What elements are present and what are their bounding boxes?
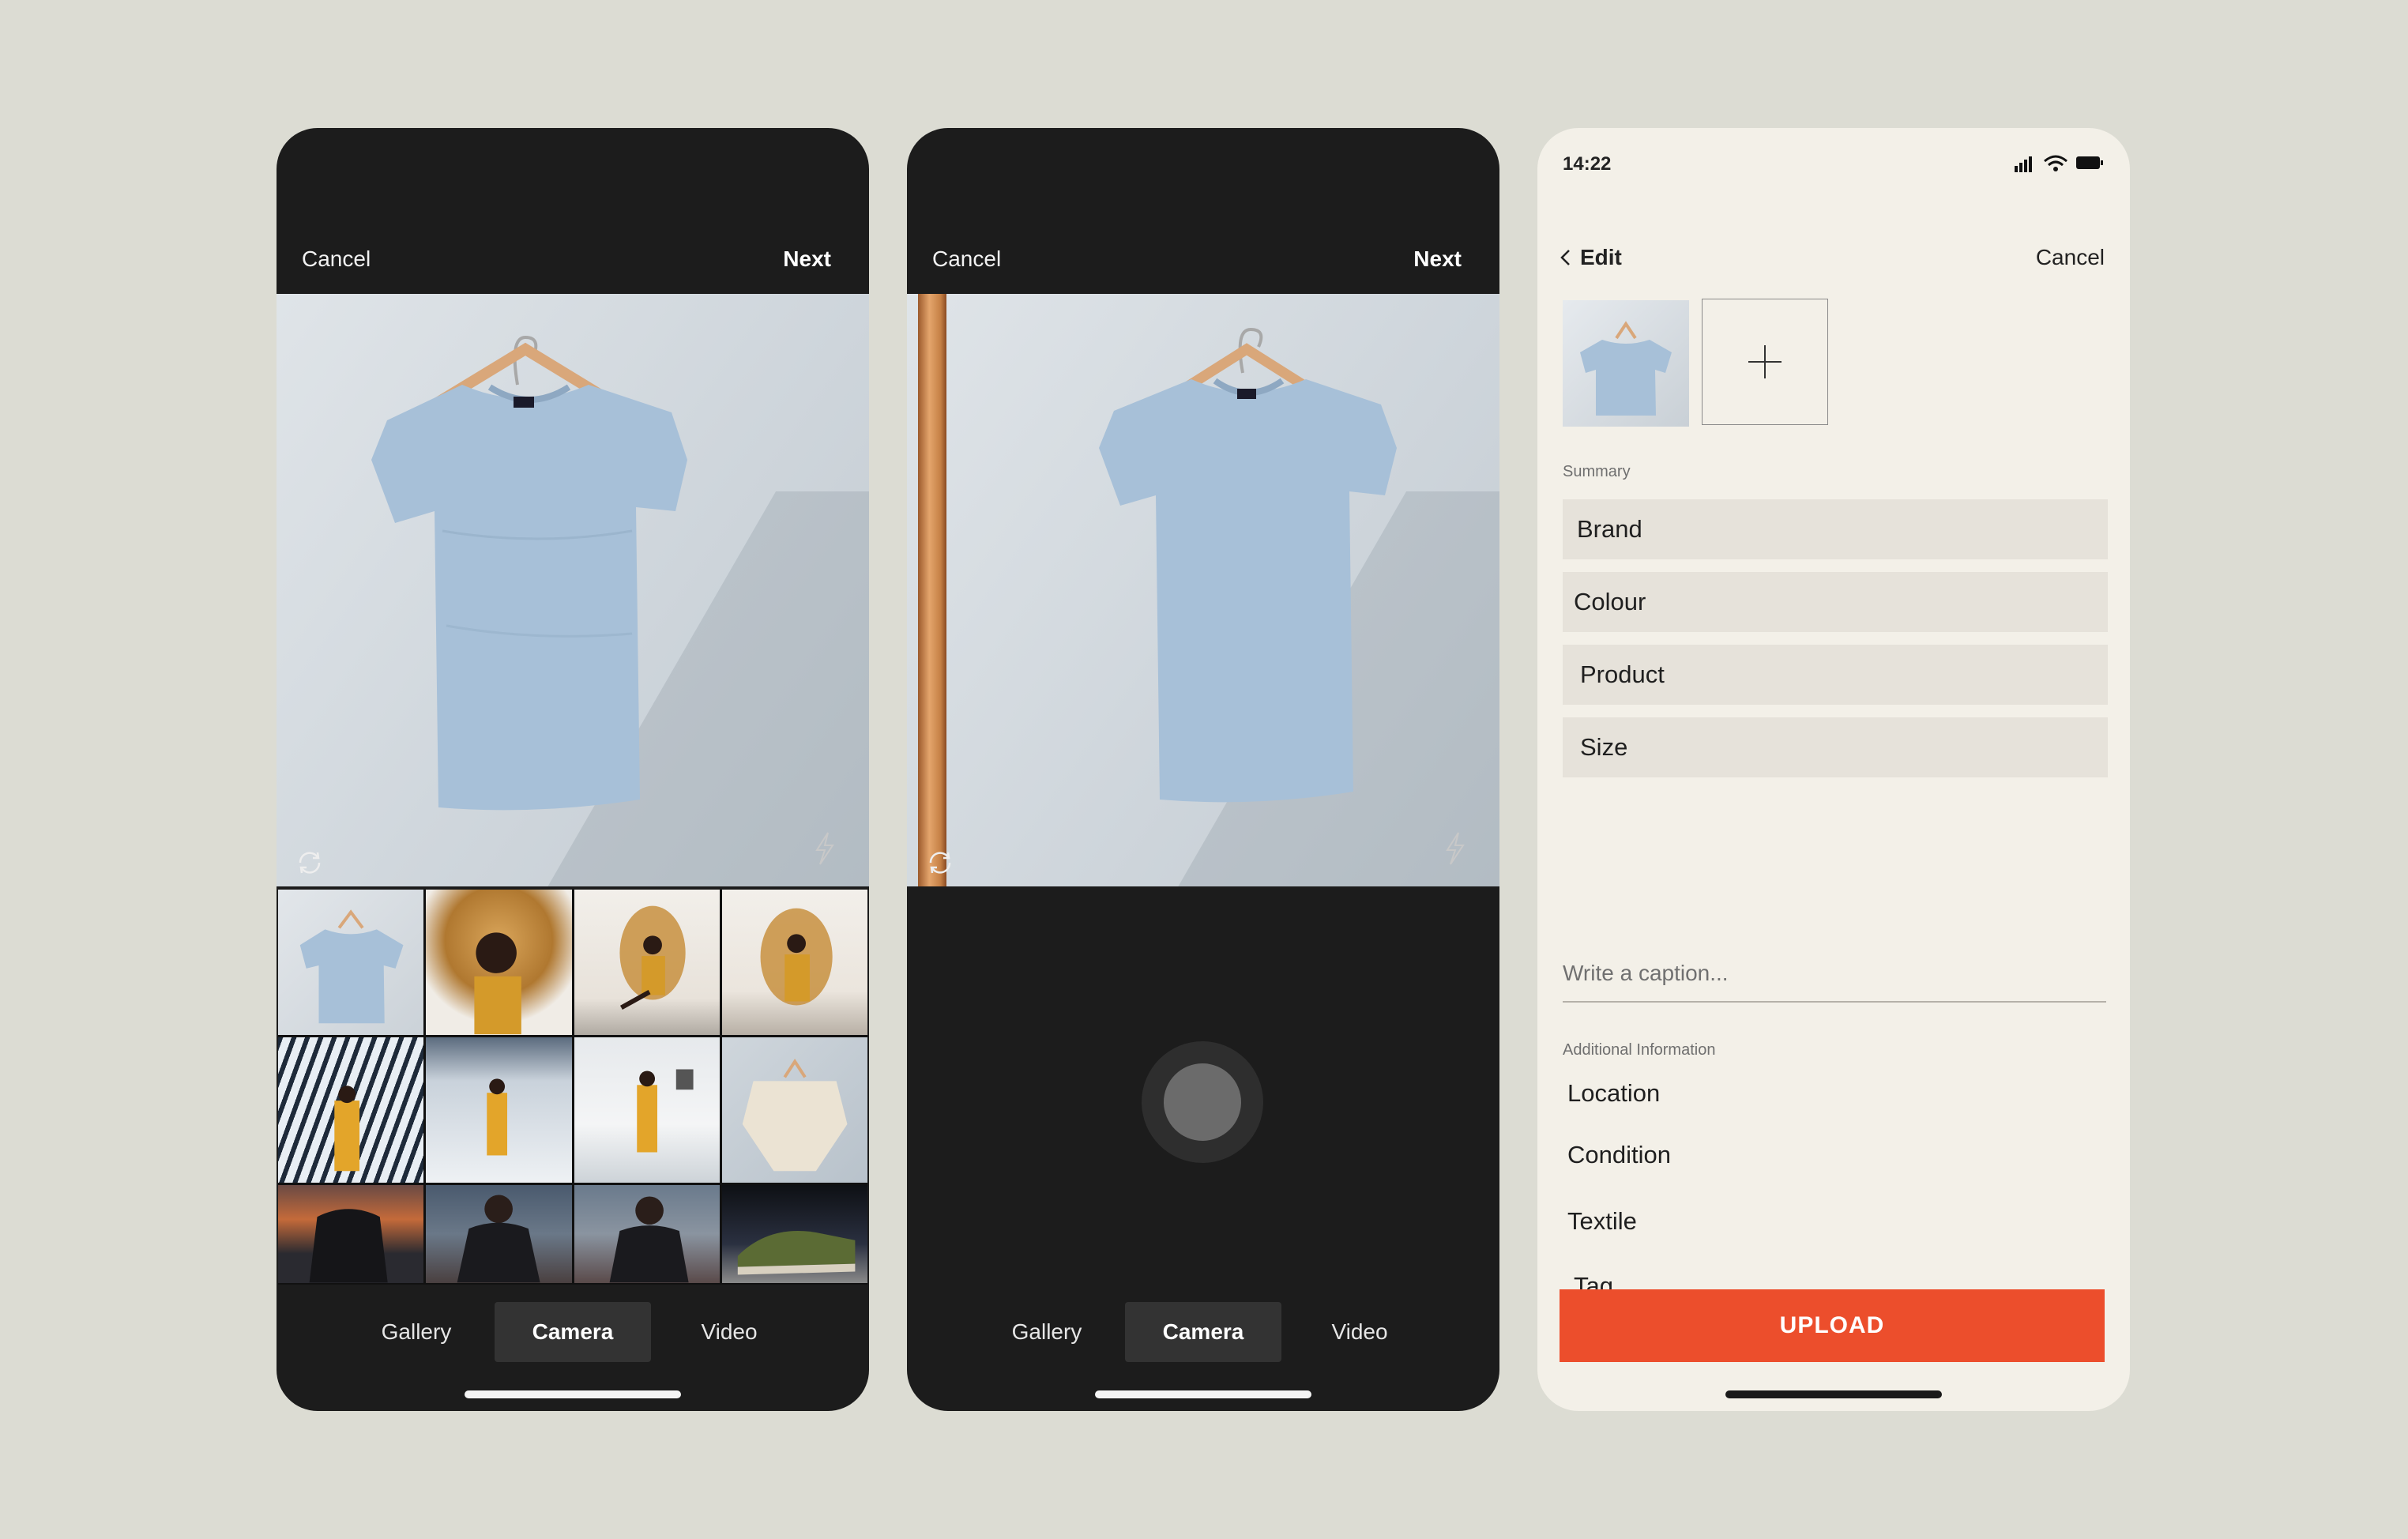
camera-viewfinder xyxy=(907,294,1499,886)
tab-video[interactable]: Video xyxy=(651,1302,807,1362)
gallery-thumb[interactable] xyxy=(278,1185,424,1283)
home-indicator xyxy=(465,1390,681,1398)
tab-video[interactable]: Video xyxy=(1281,1302,1438,1362)
cancel-button[interactable]: Cancel xyxy=(932,246,1001,272)
signal-icon xyxy=(2015,156,2032,172)
rotate-camera-icon[interactable] xyxy=(294,847,325,879)
size-field[interactable]: Size xyxy=(1563,717,2108,777)
plus-icon xyxy=(1748,345,1782,378)
upload-button[interactable]: UPLOAD xyxy=(1560,1289,2105,1362)
add-photo-button[interactable] xyxy=(1702,299,1828,425)
gallery-thumb[interactable] xyxy=(721,1037,867,1183)
photo-preview xyxy=(277,294,869,886)
back-label: Edit xyxy=(1580,245,1622,269)
gallery-thumb[interactable] xyxy=(426,890,572,1035)
gallery-thumb[interactable] xyxy=(721,890,867,1035)
cancel-button[interactable]: Cancel xyxy=(2036,245,2105,270)
home-indicator xyxy=(1095,1390,1311,1398)
top-bar: Cancel Next xyxy=(277,128,869,294)
condition-item[interactable]: Condition xyxy=(1567,1141,1671,1169)
mode-tabs: Gallery Camera Video xyxy=(277,1302,869,1362)
shutter-button[interactable] xyxy=(1142,1041,1263,1163)
edit-listing-screen: 14:22 Edit Cancel Summary Brand Colour P… xyxy=(1537,128,2130,1411)
mode-tabs: Gallery Camera Video xyxy=(907,1302,1499,1362)
gallery-picker-screen: Cancel Next Gallery Camera Video xyxy=(277,128,869,1411)
status-icons xyxy=(2015,155,2103,172)
gallery-thumb[interactable] xyxy=(278,1037,424,1183)
tab-gallery[interactable]: Gallery xyxy=(338,1302,495,1362)
brand-field[interactable]: Brand xyxy=(1563,499,2108,559)
next-button[interactable]: Next xyxy=(1413,246,1462,272)
home-indicator xyxy=(1725,1390,1942,1398)
chevron-left-icon xyxy=(1560,250,1570,265)
tab-camera[interactable]: Camera xyxy=(1125,1302,1281,1362)
flash-icon[interactable] xyxy=(1441,831,1469,866)
next-button[interactable]: Next xyxy=(783,246,831,272)
tab-gallery[interactable]: Gallery xyxy=(969,1302,1125,1362)
gallery-thumb[interactable] xyxy=(278,890,424,1035)
caption-input[interactable]: Write a caption... xyxy=(1563,946,2106,1003)
tshirt-photo xyxy=(371,335,687,811)
status-time: 14:22 xyxy=(1563,153,1612,175)
colour-field[interactable]: Colour xyxy=(1563,572,2108,632)
cancel-button[interactable]: Cancel xyxy=(302,246,371,272)
camera-screen: Cancel Next Gallery Camera Video xyxy=(907,128,1499,1411)
wifi-icon xyxy=(2044,155,2067,171)
gallery-thumb[interactable] xyxy=(574,1037,720,1183)
additional-info-label: Additional Information xyxy=(1563,1041,1716,1059)
location-item[interactable]: Location xyxy=(1567,1079,1660,1108)
rotate-camera-icon[interactable] xyxy=(924,847,956,879)
top-bar: Cancel Next xyxy=(907,128,1499,294)
battery-icon xyxy=(2076,156,2103,169)
product-field[interactable]: Product xyxy=(1563,645,2108,705)
tab-camera[interactable]: Camera xyxy=(495,1302,651,1362)
selected-photo-thumb[interactable] xyxy=(1563,300,1689,427)
back-button[interactable]: Edit xyxy=(1560,245,1622,270)
tshirt-photo xyxy=(1099,327,1397,803)
gallery-thumb[interactable] xyxy=(574,1185,720,1283)
textile-item[interactable]: Textile xyxy=(1567,1207,1637,1236)
gallery-thumb[interactable] xyxy=(426,1037,572,1183)
gallery-grid xyxy=(278,890,867,1285)
gallery-thumb[interactable] xyxy=(721,1185,867,1283)
gallery-thumb[interactable] xyxy=(426,1185,572,1283)
gallery-thumb[interactable] xyxy=(574,890,720,1035)
flash-icon[interactable] xyxy=(811,831,839,866)
summary-label: Summary xyxy=(1563,463,1631,480)
